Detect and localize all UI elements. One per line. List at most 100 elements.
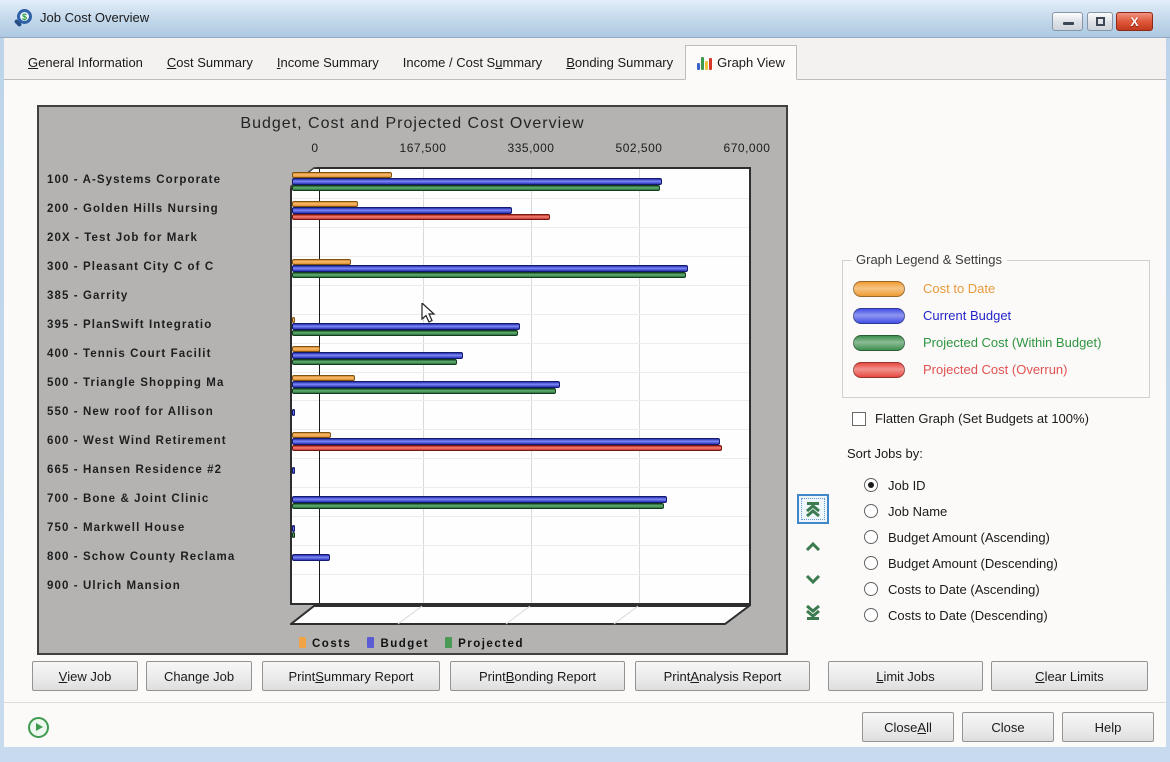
print-summary-report-button[interactable]: Print Summary Report: [262, 661, 440, 691]
color-pill: [853, 334, 905, 351]
radio-label: Job ID: [888, 477, 926, 493]
sort-option-job-name[interactable]: Job Name: [864, 498, 1058, 524]
projected-bar: [292, 532, 295, 539]
accelerator-letter: L: [876, 668, 884, 684]
flatten-graph-option[interactable]: Flatten Graph (Set Budgets at 100%): [852, 411, 1089, 426]
tab-cost-summary[interactable]: Cost Summary: [155, 46, 265, 80]
tab-graph-view[interactable]: Graph View: [685, 45, 797, 80]
scroll-up-button[interactable]: [805, 535, 821, 557]
sort-option-job-id[interactable]: Job ID: [864, 472, 1058, 498]
job-bar-group: [292, 458, 751, 487]
legend-swatch: [367, 637, 375, 648]
radio-label: Costs to Date (Ascending): [888, 581, 1040, 597]
sort-option-budget-amount-ascending[interactable]: Budget Amount (Ascending): [864, 524, 1058, 550]
job-label: 500 - Triangle Shopping Ma: [47, 377, 225, 389]
change-job-button[interactable]: Change Job: [146, 661, 252, 691]
x-axis-tick: 670,000: [723, 141, 771, 155]
sort-option-costs-to-date-descending[interactable]: Costs to Date (Descending): [864, 602, 1058, 628]
app-icon: $: [13, 9, 34, 29]
label-text: ll: [926, 719, 932, 735]
budget-bar: [292, 525, 295, 533]
minimize-button[interactable]: [1052, 12, 1083, 31]
chart-bottom-legend: Costs Budget Projected: [299, 637, 524, 650]
job-label: 600 - West Wind Retirement: [47, 435, 227, 447]
tab-label: Income Summary: [277, 55, 379, 70]
scroll-down-button[interactable]: [805, 568, 821, 590]
view-job-button[interactable]: View Job: [32, 661, 138, 691]
job-bar-group: [292, 198, 751, 227]
accelerator-letter: B: [566, 55, 575, 70]
print-bonding-report-button[interactable]: Print Bonding Report: [450, 661, 625, 691]
radio-button[interactable]: [864, 608, 878, 622]
settings-legend-label: Projected Cost (Overrun): [923, 362, 1068, 377]
mouse-cursor: [421, 303, 436, 323]
budget-bar: [292, 496, 667, 504]
radio-button[interactable]: [864, 556, 878, 570]
legend-swatch: [299, 637, 306, 648]
radio-label: Budget Amount (Descending): [888, 555, 1058, 571]
label-text: Graph View: [717, 55, 785, 70]
plot-3d-floor: [290, 605, 751, 625]
tab-strip: General Information Cost Summary Income Su…: [4, 38, 1166, 80]
radio-button[interactable]: [864, 582, 878, 596]
x-axis-tick: 0: [311, 141, 319, 155]
close-all-button[interactable]: Close All: [862, 712, 954, 742]
job-label: 800 - Schow County Reclama: [47, 551, 236, 563]
label-text: ost Summary: [176, 55, 253, 70]
color-pill: [853, 307, 905, 324]
radio-button[interactable]: [864, 530, 878, 544]
play-button[interactable]: [28, 717, 49, 738]
label-text: Close: [884, 719, 918, 735]
budget-bar: [292, 264, 688, 272]
tab-bonding-summary[interactable]: Bonding Summary: [554, 46, 685, 80]
job-label: 750 - Markwell House: [47, 522, 186, 534]
label-text: onding Summary: [574, 55, 674, 70]
limit-jobs-button[interactable]: Limit Jobs: [828, 661, 983, 691]
job-label: 400 - Tennis Court Facilit: [47, 348, 212, 360]
sort-option-costs-to-date-ascending[interactable]: Costs to Date (Ascending): [864, 576, 1058, 602]
job-label: 385 - Garrity: [47, 290, 129, 302]
maximize-button[interactable]: [1087, 12, 1113, 31]
job-bar-group: [292, 429, 751, 458]
flatten-graph-label: Flatten Graph (Set Budgets at 100%): [875, 411, 1089, 426]
tab-label: Bonding Summary: [566, 55, 673, 70]
accelerator-letter: B: [505, 668, 515, 684]
radio-button[interactable]: [864, 504, 878, 518]
tab-income-summary[interactable]: Income Summary: [265, 46, 391, 80]
tab-general-information[interactable]: General Information: [16, 46, 155, 80]
label-text: Print: [478, 668, 506, 684]
job-bar-group: [292, 574, 751, 603]
projected-bar: [292, 329, 518, 336]
flatten-graph-checkbox[interactable]: [852, 411, 866, 426]
scroll-to-bottom-button[interactable]: [805, 601, 821, 623]
job-label: 200 - Golden Hills Nursing: [47, 203, 219, 215]
job-label: 20X - Test Job for Mark: [47, 232, 198, 244]
accelerator-letter: C: [166, 55, 177, 70]
chart-plot-area: [290, 167, 751, 605]
sort-option-budget-amount-descending[interactable]: Budget Amount (Descending): [864, 550, 1058, 576]
job-bar-group: [292, 400, 751, 429]
tab-income-cost-summary[interactable]: Income / Cost Summary: [391, 46, 554, 80]
clear-limits-button[interactable]: Clear Limits: [991, 661, 1148, 691]
color-pill: [853, 361, 905, 378]
legend-label: Costs: [312, 638, 352, 650]
sort-jobs-label: Sort Jobs by:: [847, 446, 923, 461]
chart-panel: Budget, Cost and Projected Cost Overview…: [37, 105, 788, 655]
radio-label: Budget Amount (Ascending): [888, 529, 1050, 545]
scroll-to-top-button[interactable]: [797, 494, 829, 524]
x-axis-tick: 502,500: [615, 141, 663, 155]
color-pill: [853, 280, 905, 297]
settings-legend-row: Cost to Date: [853, 275, 1101, 302]
label-text: imit Jobs: [883, 668, 935, 684]
close-button[interactable]: X: [1116, 12, 1153, 31]
legend-item: Costs: [299, 637, 351, 650]
label-text: onding Report: [514, 668, 597, 684]
close-button[interactable]: Close: [962, 712, 1054, 742]
help-button[interactable]: Help: [1062, 712, 1154, 742]
job-label: 100 - A-Systems Corporate: [47, 174, 222, 186]
radio-button[interactable]: [864, 478, 878, 492]
legend-label: Budget: [380, 638, 430, 650]
print-analysis-report-button[interactable]: Print Analysis Report: [635, 661, 810, 691]
costs-bar: [292, 258, 351, 265]
accelerator-letter: G: [28, 55, 39, 70]
